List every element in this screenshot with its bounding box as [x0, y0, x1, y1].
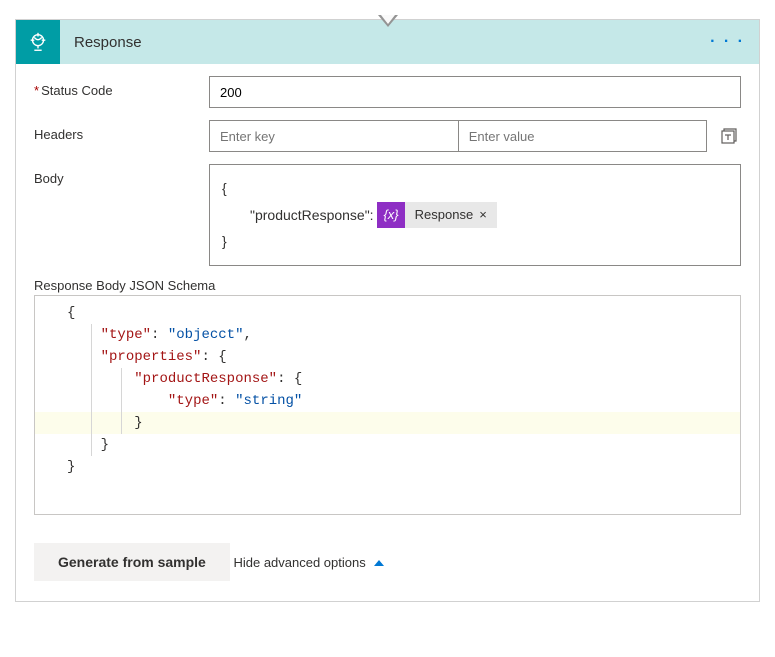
chevron-up-icon	[374, 560, 384, 566]
generate-from-sample-button[interactable]: Generate from sample	[34, 543, 230, 581]
token-label: Response ×	[405, 202, 497, 228]
header-value-input[interactable]	[458, 120, 707, 152]
code-line: "productResponse": {	[35, 368, 740, 390]
body-label: Body	[34, 164, 209, 186]
flow-arrow	[15, 15, 760, 27]
card-title: Response	[60, 34, 696, 51]
code-line: }	[35, 434, 740, 456]
required-marker: *	[34, 83, 39, 98]
header-key-input[interactable]	[209, 120, 458, 152]
body-brace-open: {	[222, 175, 728, 202]
body-content-line: "productResponse": {x} Response ×	[222, 202, 728, 229]
dynamic-content-token[interactable]: {x} Response ×	[377, 202, 496, 228]
code-line: "properties": {	[35, 346, 740, 368]
code-line: "type": "string"	[35, 390, 740, 412]
hide-advanced-toggle[interactable]: Hide advanced options	[233, 555, 383, 570]
body-brace-close: }	[222, 228, 728, 255]
code-line: "type": "objecct",	[35, 324, 740, 346]
schema-label: Response Body JSON Schema	[34, 278, 741, 294]
status-code-label: *Status Code	[34, 76, 209, 98]
body-row: Body { "productResponse": {x} Response ×…	[34, 164, 741, 266]
code-line: }	[35, 412, 740, 434]
switch-to-text-mode-button[interactable]	[717, 124, 741, 148]
headers-row: Headers	[34, 120, 741, 152]
json-schema-editor[interactable]: { "type": "objecct", "properties": { "pr…	[34, 295, 741, 515]
card-menu-button[interactable]: · · ·	[696, 33, 759, 51]
headers-label: Headers	[34, 120, 209, 142]
code-line: {	[35, 302, 740, 324]
code-line: }	[35, 456, 740, 478]
body-editor[interactable]: { "productResponse": {x} Response × }	[209, 164, 741, 266]
headers-kv-pair	[209, 120, 707, 152]
status-code-row: *Status Code	[34, 76, 741, 108]
card-body: *Status Code Headers	[16, 64, 759, 601]
fx-icon: {x}	[377, 202, 404, 228]
status-code-input[interactable]	[209, 76, 741, 108]
token-remove-button[interactable]: ×	[479, 203, 487, 228]
response-action-card: Response · · · *Status Code Headers	[15, 19, 760, 602]
